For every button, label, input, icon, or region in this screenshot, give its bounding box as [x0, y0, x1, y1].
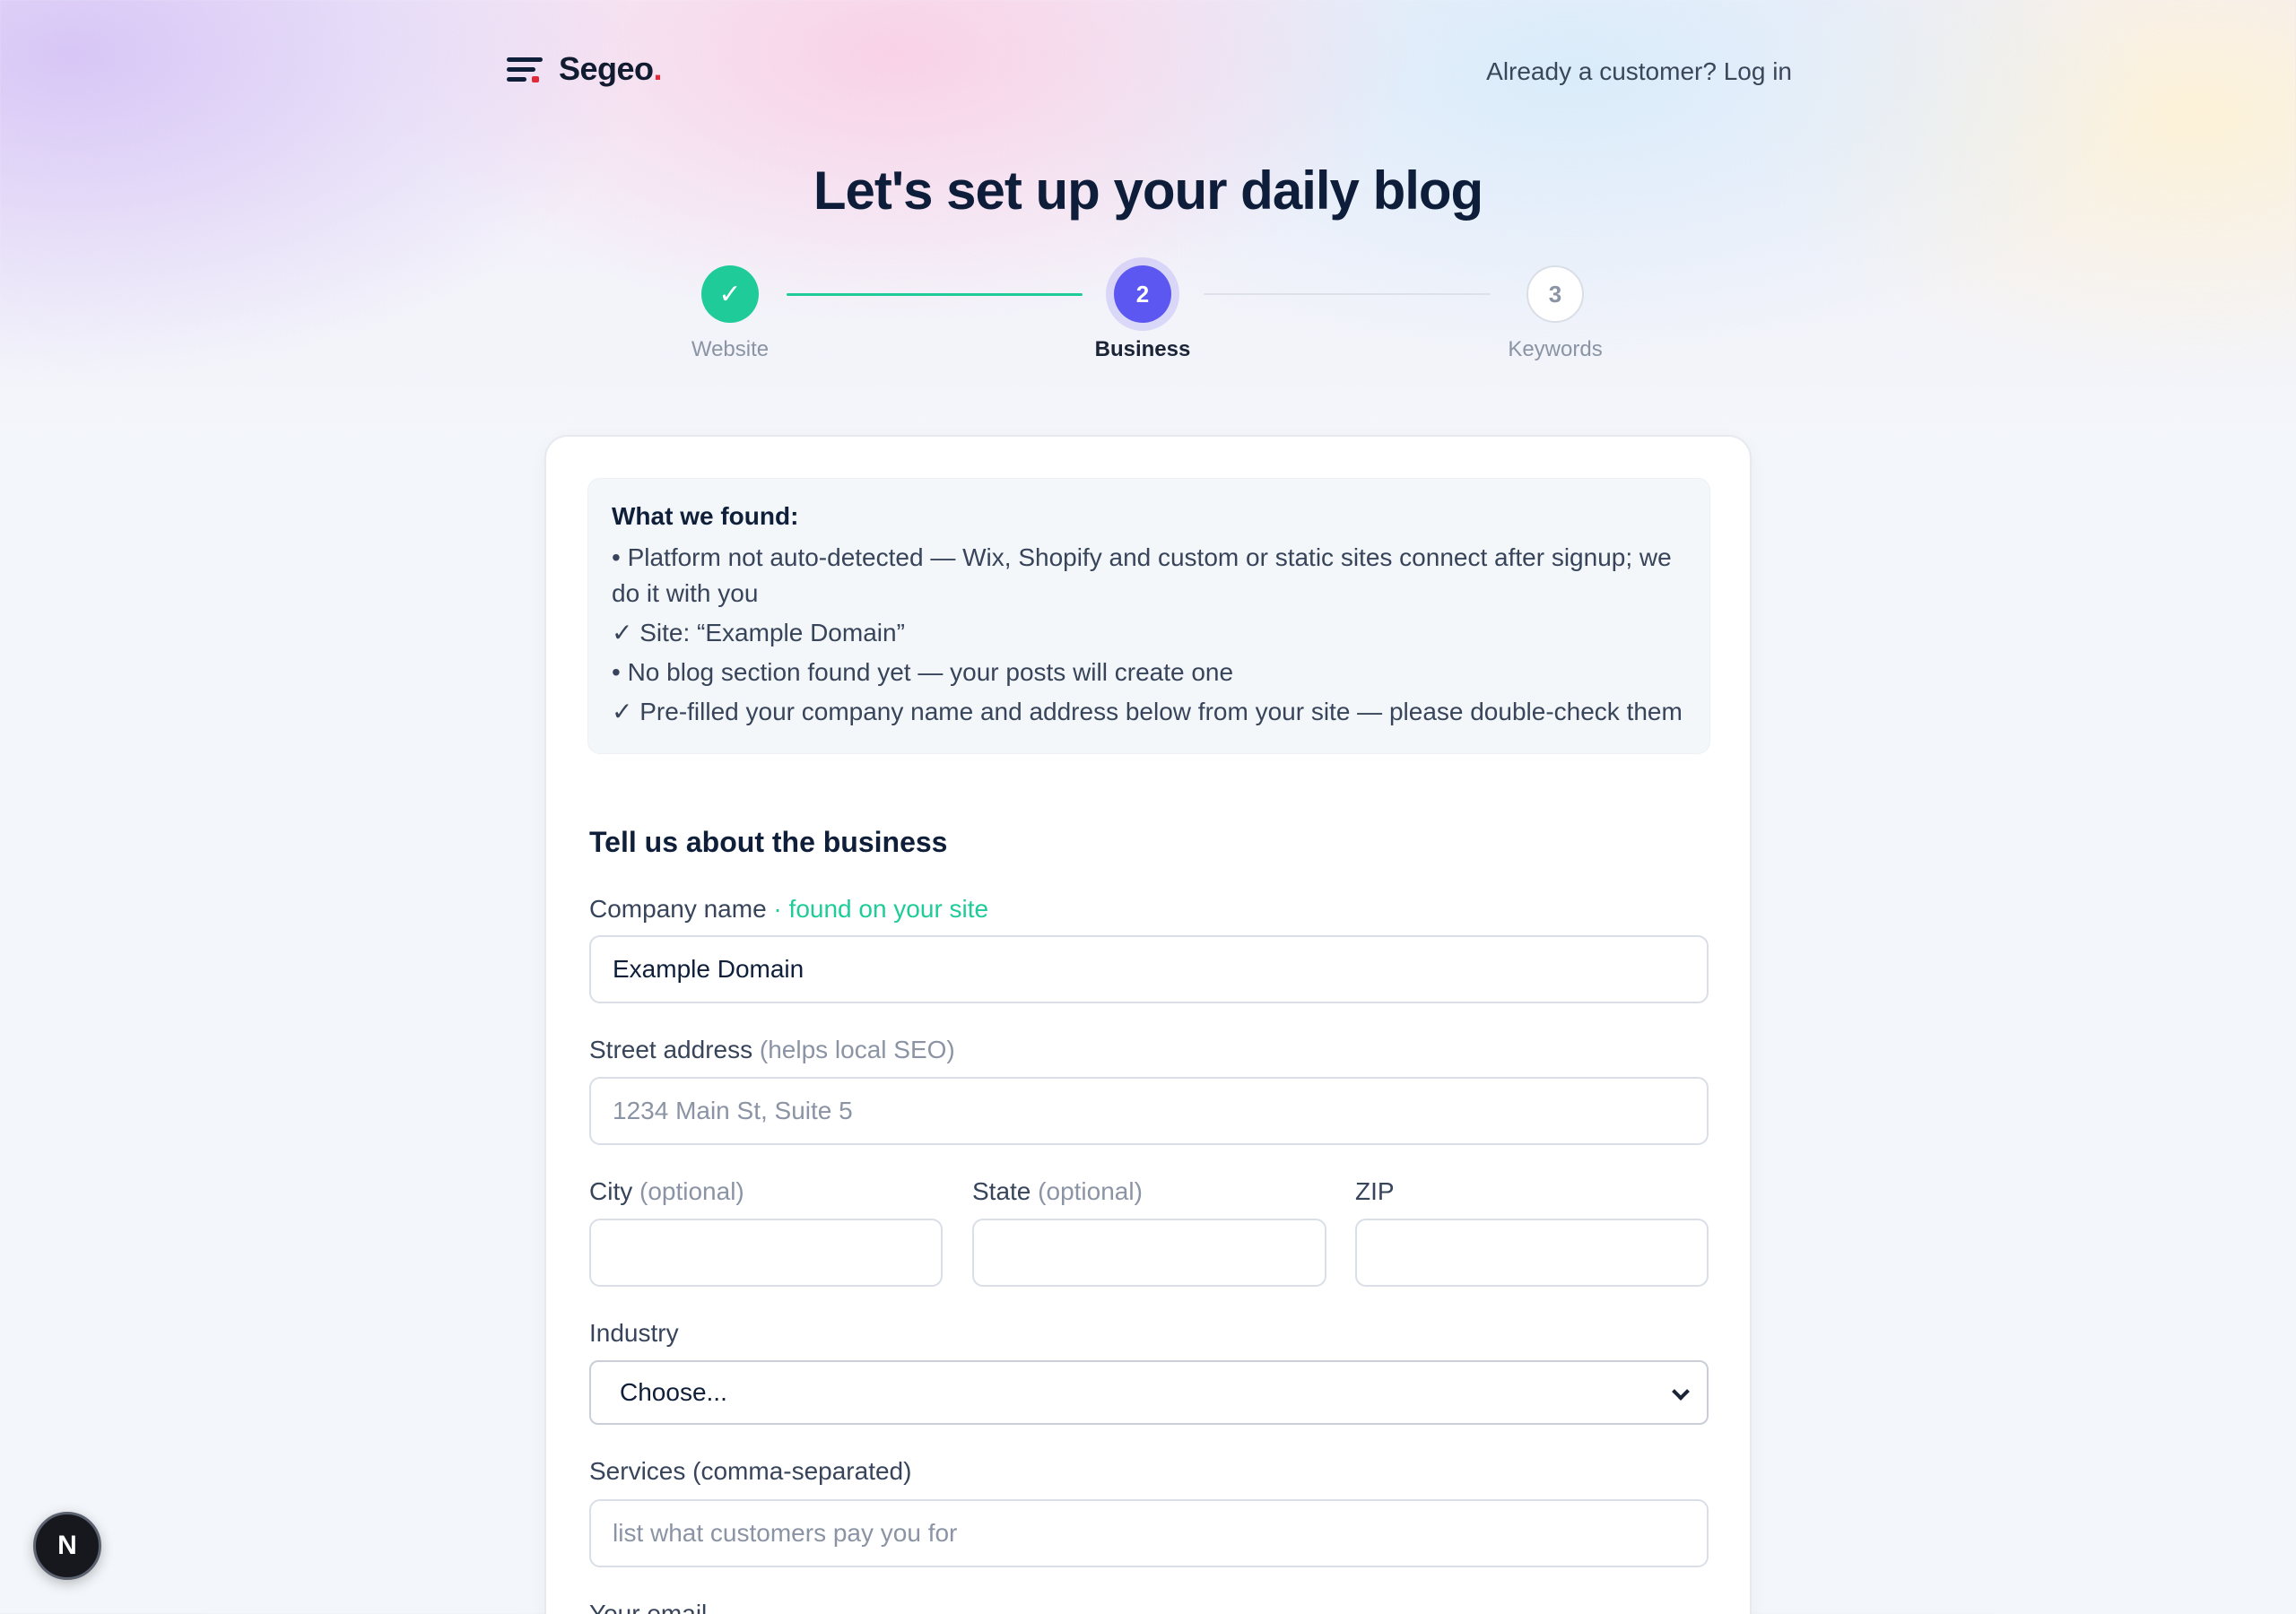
state-label: State (optional)	[972, 1177, 1143, 1205]
brand-logo[interactable]: Segeo.	[507, 50, 663, 88]
detection-summary-title: What we found:	[612, 502, 799, 530]
company-name-label: Company name · found on your site	[589, 895, 989, 923]
detection-summary: What we found: • Platform not auto-detec…	[587, 478, 1710, 754]
street-address-label: Street address (helps local SEO)	[589, 1036, 955, 1063]
step-label: Keywords	[1508, 337, 1603, 361]
chevron-down-icon	[1672, 1383, 1690, 1401]
industry-selected-value: Choose...	[620, 1378, 727, 1406]
checkmark-icon: ✓	[701, 265, 759, 323]
step-website[interactable]: ✓ Website	[640, 265, 820, 362]
street-address-input[interactable]	[589, 1077, 1709, 1145]
city-label: City (optional)	[589, 1177, 744, 1205]
brand-name: Segeo.	[559, 50, 663, 87]
page-title: Let's set up your daily blog	[813, 161, 1483, 221]
step-keywords[interactable]: 3 Keywords	[1465, 265, 1645, 362]
city-input[interactable]	[589, 1219, 943, 1287]
detection-item: ✓ Pre-filled your company name and addre…	[612, 698, 1683, 725]
services-label: Services (comma-separated)	[589, 1457, 912, 1485]
company-name-input[interactable]	[589, 935, 1709, 1003]
services-input[interactable]	[589, 1499, 1709, 1567]
business-form-card: What we found: • Platform not auto-detec…	[544, 435, 1752, 1614]
step-label: Website	[691, 337, 770, 361]
detection-item: • No blog section found yet — your posts…	[612, 658, 1234, 686]
dev-tools-badge[interactable]: N	[33, 1512, 101, 1580]
section-title: Tell us about the business	[589, 826, 948, 858]
detection-item: ✓ Site: “Example Domain”	[612, 619, 905, 646]
step-business[interactable]: 2 Business	[1053, 265, 1232, 362]
login-link[interactable]: Already a customer? Log in	[1486, 57, 1792, 86]
stepper-line-complete	[787, 293, 1083, 296]
step-number: 2	[1114, 265, 1171, 323]
detection-item: • Platform not auto-detected — Wix, Shop…	[612, 543, 1672, 607]
step-label: Business	[1094, 337, 1191, 361]
state-input[interactable]	[972, 1219, 1326, 1287]
progress-stepper: ✓ Website 2 Business 3 Keywords	[0, 265, 2296, 373]
industry-select[interactable]: Choose...	[589, 1360, 1709, 1425]
step-number: 3	[1526, 265, 1584, 323]
zip-label: ZIP	[1355, 1177, 1395, 1205]
zip-input[interactable]	[1355, 1219, 1709, 1287]
industry-label: Industry	[589, 1319, 679, 1347]
email-label: Your email	[589, 1600, 708, 1614]
stepper-line-pending	[1204, 293, 1491, 295]
menu-lines-icon	[507, 56, 543, 82]
